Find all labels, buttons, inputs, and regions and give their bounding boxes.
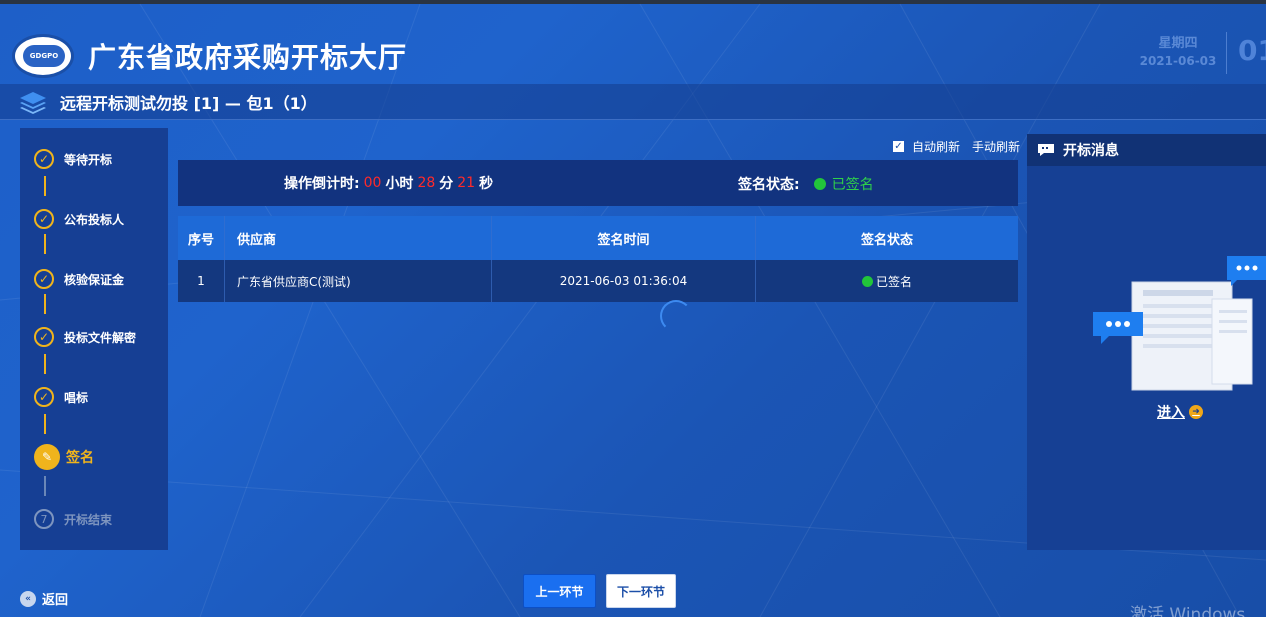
step-waiting: ✓ 等待开标	[34, 146, 112, 172]
check-icon: ✓	[34, 149, 54, 169]
check-icon: ✓	[34, 327, 54, 347]
signature-status: 签名状态: 已签名	[738, 174, 874, 194]
countdown-seconds: 21	[457, 175, 476, 191]
back-button[interactable]: « 返回	[20, 589, 68, 608]
enter-messages-link[interactable]: 进入 ➜	[1157, 402, 1203, 422]
table-header: 序号 供应商 签名时间 签名状态	[178, 216, 1018, 260]
auto-refresh-checkbox[interactable]: ✓	[892, 141, 904, 152]
loading-spinner-icon	[660, 300, 692, 332]
row-index: 1	[197, 274, 205, 288]
table-row: 1 广东省供应商C(测试) 2021-06-03 01:36:04 已签名	[178, 260, 1018, 302]
row-sign-time: 2021-06-03 01:36:04	[491, 260, 755, 302]
date-separator	[1226, 32, 1227, 74]
column-header: 供应商	[224, 216, 491, 260]
back-arrow-icon[interactable]: «	[20, 590, 36, 607]
step-label: 唱标	[64, 390, 89, 405]
countdown-label: 操作倒计时:	[284, 176, 360, 192]
step-label: 签名	[66, 450, 94, 466]
column-header: 签名状态	[755, 216, 1018, 260]
enter-label[interactable]: 进入	[1157, 402, 1185, 422]
step-publish-bidders: ✓ 公布投标人	[34, 206, 124, 232]
step-label: 公布投标人	[64, 212, 125, 227]
app-header: GDGPO 广东省政府采购开标大厅 星期四 2021-06-03 01	[0, 4, 1266, 84]
messages-header: 开标消息	[1027, 134, 1266, 166]
countdown-minutes: 28	[417, 175, 436, 191]
step-connector	[44, 414, 46, 434]
project-bar: 远程开标测试勿投 [1] — 包1（1）	[0, 84, 1266, 120]
step-verify-deposit: ✓ 核验保证金	[34, 266, 124, 292]
step-announce: ✓ 唱标	[34, 384, 88, 410]
step-label: 等待开标	[64, 152, 113, 167]
column-header: 序号	[187, 232, 214, 248]
date-weekday: 星期四	[1158, 36, 1198, 51]
step-label: 开标结束	[64, 512, 113, 527]
column-header: 签名时间	[491, 216, 755, 260]
previous-step-button[interactable]: 上一环节	[523, 574, 596, 608]
check-icon: ✓	[34, 209, 54, 229]
countdown-hours: 00	[363, 175, 382, 191]
step-connector	[44, 354, 46, 374]
next-step-button[interactable]: 下一环节	[606, 574, 676, 608]
auto-refresh-label[interactable]: 自动刷新	[912, 138, 960, 155]
status-dot-icon	[861, 275, 873, 287]
step-number: 7	[34, 509, 54, 529]
step-decrypt-files: ✓ 投标文件解密	[34, 324, 136, 350]
hours-unit: 小时	[385, 176, 414, 192]
manual-refresh-link[interactable]: 手动刷新	[972, 138, 1020, 155]
app-title: 广东省政府采购开标大厅	[88, 41, 408, 74]
date-value: 2021-06-03	[1139, 54, 1217, 68]
clock-display: 01	[1238, 34, 1266, 67]
step-finish: 7 开标结束	[34, 506, 112, 532]
refresh-controls: ✓ 自动刷新 手动刷新	[892, 138, 1020, 155]
row-supplier: 广东省供应商C(测试)	[224, 260, 491, 302]
seconds-unit: 秒	[479, 176, 494, 192]
step-connector	[44, 476, 46, 496]
check-icon: ✓	[34, 269, 54, 289]
date-display: 星期四 2021-06-03	[1136, 32, 1220, 68]
project-title: 远程开标测试勿投 [1] — 包1（1）	[60, 94, 317, 113]
arrow-right-icon[interactable]: ➜	[1189, 405, 1203, 419]
step-connector	[44, 234, 46, 254]
check-icon: ✓	[34, 387, 54, 407]
status-dot-icon	[813, 178, 826, 190]
pencil-icon: ✎	[34, 444, 60, 470]
layers-icon	[20, 92, 46, 114]
bid-messages-panel: 开标消息 进入 ➜	[1027, 134, 1266, 550]
progress-steps: ✓ 等待开标 ✓ 公布投标人 ✓ 核验保证金 ✓ 投标文件解密 ✓ 唱标 ✎ 签…	[20, 128, 168, 550]
logo-text: GDGPO	[23, 45, 65, 67]
messages-illustration	[1093, 256, 1266, 391]
minutes-unit: 分	[439, 176, 454, 192]
row-status: 已签名	[755, 260, 1018, 302]
messages-title: 开标消息	[1063, 143, 1119, 159]
main-panel: ✓ 自动刷新 手动刷新 操作倒计时: 00 小时 28 分 21 秒 签名状态:…	[178, 128, 1020, 550]
row-status-text: 已签名	[875, 274, 912, 289]
step-label: 核验保证金	[64, 272, 125, 287]
windows-activation-watermark: 激活 Windows	[1130, 605, 1246, 617]
back-label[interactable]: 返回	[42, 589, 68, 608]
signature-status-label: 签名状态:	[738, 177, 800, 193]
step-connector	[44, 294, 46, 314]
step-sign: ✎ 签名	[34, 444, 94, 470]
chat-icon	[1038, 144, 1054, 156]
countdown-bar: 操作倒计时: 00 小时 28 分 21 秒 签名状态: 已签名	[178, 160, 1018, 206]
signature-status-value: 已签名	[831, 177, 874, 193]
gdgpo-logo: GDGPO	[12, 34, 74, 78]
step-label: 投标文件解密	[64, 330, 137, 345]
signature-table: 序号 供应商 签名时间 签名状态 1 广东省供应商C(测试) 2021-06-0…	[178, 216, 1018, 302]
step-connector	[44, 176, 46, 196]
